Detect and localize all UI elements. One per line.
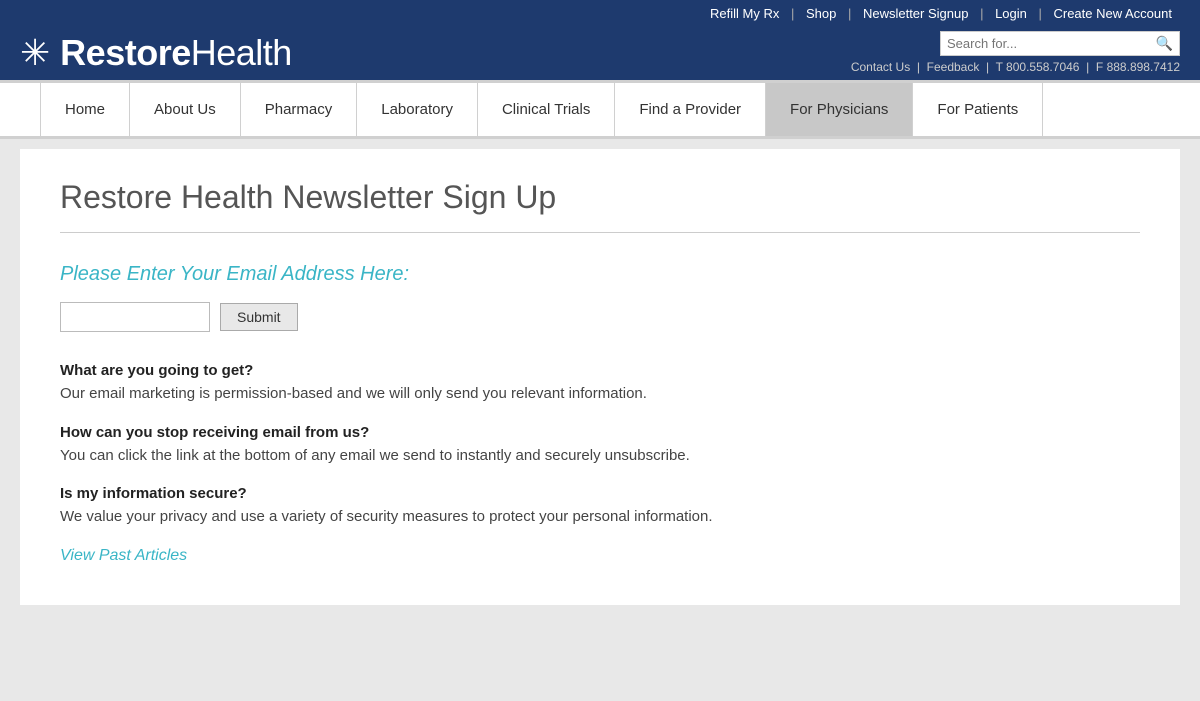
refill-rx-link[interactable]: Refill My Rx: [702, 6, 787, 21]
logo-text: RestoreHealth: [60, 32, 292, 74]
phone-number: T 800.558.7046: [996, 60, 1080, 74]
nav-item-clinical-trials[interactable]: Clinical Trials: [478, 83, 615, 136]
email-prompt: Please Enter Your Email Address Here:: [60, 263, 1140, 286]
search-box[interactable]: 🔍: [940, 31, 1180, 56]
faq-section: What are you going to get? Our email mar…: [60, 362, 1140, 529]
shop-link[interactable]: Shop: [798, 6, 844, 21]
email-form: Submit: [60, 302, 1140, 332]
snowflake-icon: ✳: [20, 35, 50, 71]
contact-line: Contact Us | Feedback | T 800.558.7046 |…: [851, 60, 1180, 74]
feedback-link[interactable]: Feedback: [927, 60, 980, 74]
page-title: Restore Health Newsletter Sign Up: [60, 179, 1140, 216]
nav-item-laboratory[interactable]: Laboratory: [357, 83, 478, 136]
separator-1: |: [787, 6, 798, 21]
header-middle: ✳ RestoreHealth 🔍 Contact Us | Feedback …: [0, 25, 1200, 80]
contact-us-link[interactable]: Contact Us: [851, 60, 910, 74]
separator-4: |: [1035, 6, 1046, 21]
nav-item-about-us[interactable]: About Us: [130, 83, 241, 136]
search-input[interactable]: [947, 36, 1156, 51]
login-link[interactable]: Login: [987, 6, 1035, 21]
nav-wrapper: Home About Us Pharmacy Laboratory Clinic…: [0, 80, 1200, 139]
nav-item-for-patients[interactable]: For Patients: [913, 83, 1043, 136]
nav-item-for-physicians[interactable]: For Physicians: [766, 83, 913, 136]
logo-area[interactable]: ✳ RestoreHealth: [20, 32, 292, 74]
logo-health: Health: [191, 32, 292, 73]
top-bar: Refill My Rx | Shop | Newsletter Signup …: [0, 0, 1200, 80]
nav-bar: Home About Us Pharmacy Laboratory Clinic…: [20, 83, 1180, 136]
faq-question-3: Is my information secure?: [60, 485, 1140, 502]
faq-answer-2: You can click the link at the bottom of …: [60, 445, 1140, 468]
nav-item-find-provider[interactable]: Find a Provider: [615, 83, 766, 136]
search-area: 🔍 Contact Us | Feedback | T 800.558.7046…: [851, 31, 1180, 74]
faq-question-2: How can you stop receiving email from us…: [60, 424, 1140, 441]
title-divider: [60, 232, 1140, 233]
view-past-articles-link[interactable]: View Past Articles: [60, 547, 187, 564]
email-input[interactable]: [60, 302, 210, 332]
logo-restore: Restore: [60, 32, 191, 73]
search-button[interactable]: 🔍: [1156, 35, 1173, 52]
faq-answer-1: Our email marketing is permission-based …: [60, 383, 1140, 406]
create-account-link[interactable]: Create New Account: [1045, 6, 1180, 21]
page-wrapper: Restore Health Newsletter Sign Up Please…: [20, 149, 1180, 605]
faq-answer-3: We value your privacy and use a variety …: [60, 506, 1140, 529]
newsletter-signup-link[interactable]: Newsletter Signup: [855, 6, 977, 21]
nav-item-pharmacy[interactable]: Pharmacy: [241, 83, 358, 136]
submit-button[interactable]: Submit: [220, 303, 298, 331]
separator-3: |: [976, 6, 987, 21]
nav-item-home[interactable]: Home: [40, 83, 130, 136]
fax-number: F 888.898.7412: [1096, 60, 1180, 74]
separator-2: |: [844, 6, 855, 21]
top-links: Refill My Rx | Shop | Newsletter Signup …: [0, 0, 1200, 25]
faq-question-1: What are you going to get?: [60, 362, 1140, 379]
